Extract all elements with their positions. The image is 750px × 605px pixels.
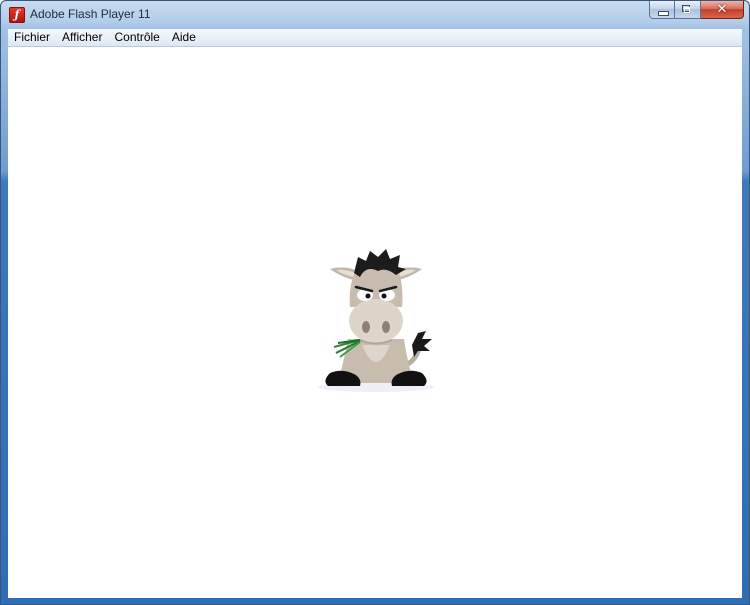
flash-player-icon[interactable]: ƒ [9, 7, 25, 23]
close-icon: ✕ [716, 2, 728, 17]
menu-aide[interactable]: Aide [166, 29, 202, 46]
app-window: ƒ Adobe Flash Player 11 ✕ Fichier Affich… [0, 0, 750, 605]
donkey-mascot-illustration [318, 249, 434, 392]
minimize-icon [658, 11, 669, 16]
title-bar[interactable]: ƒ Adobe Flash Player 11 ✕ [1, 1, 749, 29]
flash-content-area[interactable] [8, 47, 742, 598]
menu-fichier[interactable]: Fichier [8, 29, 56, 46]
menu-bar: Fichier Afficher Contrôle Aide [8, 29, 742, 47]
maximize-icon [682, 5, 690, 13]
close-button[interactable]: ✕ [701, 1, 744, 19]
maximize-button[interactable] [675, 1, 701, 19]
menu-afficher[interactable]: Afficher [56, 29, 108, 46]
window-title: Adobe Flash Player 11 [30, 7, 151, 21]
menu-controle[interactable]: Contrôle [108, 29, 165, 46]
minimize-button[interactable] [649, 1, 675, 19]
caption-buttons: ✕ [649, 1, 744, 20]
